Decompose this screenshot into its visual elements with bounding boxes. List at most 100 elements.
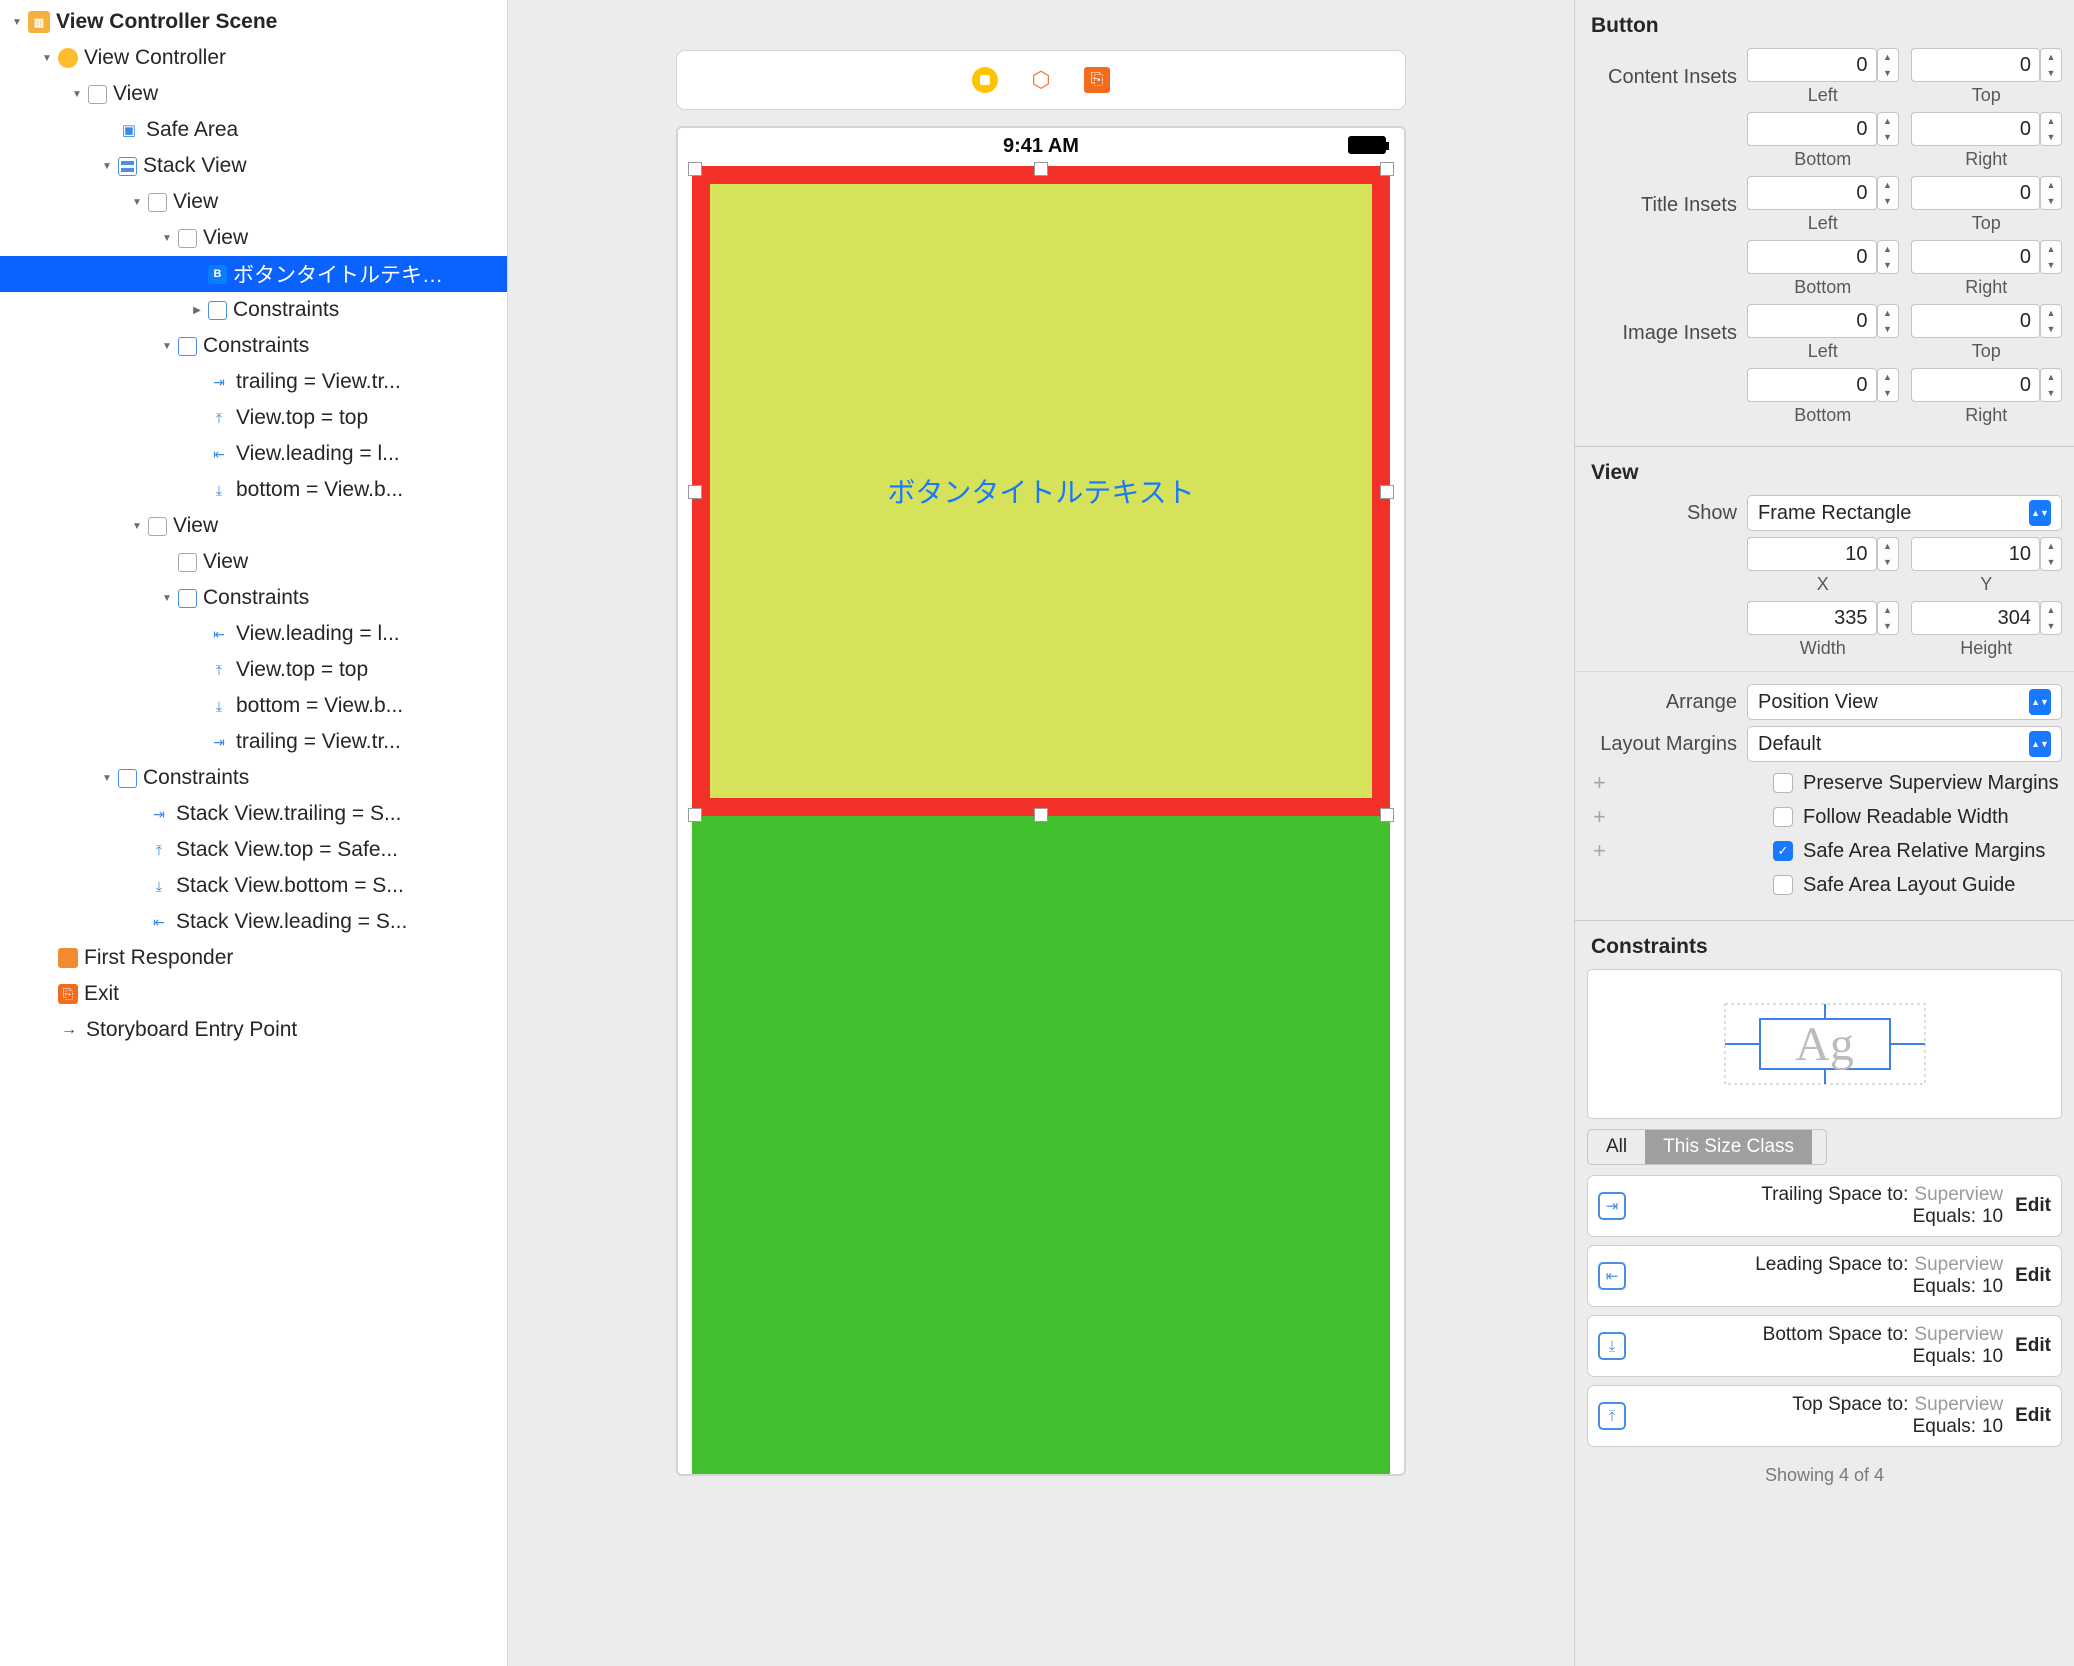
seg-this-size-class[interactable]: This Size Class	[1645, 1130, 1812, 1164]
root-view-row[interactable]: View	[0, 76, 507, 112]
title-insets-top-input[interactable]: 0	[1911, 176, 2041, 210]
layout-margins-dropdown[interactable]: Default▲▼	[1747, 726, 2062, 762]
constraint-bottom[interactable]: ⤓bottom = View.b...	[0, 472, 507, 508]
view2a-row[interactable]: View	[0, 544, 507, 580]
y-input[interactable]: 10	[1911, 537, 2041, 571]
constraints-row[interactable]: Constraints	[0, 328, 507, 364]
stepper[interactable]: ▲▼	[2040, 112, 2062, 146]
safe-area-guide-checkbox[interactable]	[1773, 875, 1793, 895]
exit-icon[interactable]: ⎘	[1084, 67, 1110, 93]
follow-readable-checkbox[interactable]	[1773, 807, 1793, 827]
selection-handle[interactable]	[1380, 808, 1394, 822]
selection-handle[interactable]	[1034, 808, 1048, 822]
safe-area-relative-checkbox[interactable]: ✓	[1773, 841, 1793, 861]
sv-constraints-row[interactable]: Constraints	[0, 760, 507, 796]
selection-handle[interactable]	[1380, 162, 1394, 176]
device-preview[interactable]: 9:41 AM ボタンタイトルテキスト	[676, 126, 1406, 1476]
stepper[interactable]: ▲▼	[2040, 240, 2062, 274]
stepper[interactable]: ▲▼	[2040, 601, 2062, 635]
constraint-trailing[interactable]: ⇥trailing = View.tr...	[0, 364, 507, 400]
stepper[interactable]: ▲▼	[1877, 537, 1899, 571]
constraint-bottom-item[interactable]: ⤓ Bottom Space to: Superview Equals: 10 …	[1587, 1315, 2062, 1377]
size-inspector[interactable]: Button Content Insets 0▲▼Left 0▲▼Top 0▲▼…	[1574, 0, 2074, 1666]
edit-button[interactable]: Edit	[2015, 1405, 2051, 1427]
constraint-top-item[interactable]: ⤒ Top Space to: Superview Equals: 10 Edi…	[1587, 1385, 2062, 1447]
width-input[interactable]: 335	[1747, 601, 1877, 635]
selection-handle[interactable]	[688, 162, 702, 176]
content-insets-bottom-input[interactable]: 0	[1747, 112, 1877, 146]
stepper[interactable]: ▲▼	[1877, 48, 1899, 82]
entry-point-row[interactable]: → Storyboard Entry Point	[0, 1012, 507, 1048]
sv-constraint-top[interactable]: ⤒Stack View.top = Safe...	[0, 832, 507, 868]
stepper[interactable]: ▲▼	[1877, 601, 1899, 635]
scene-dock[interactable]: ⬡ ⎘	[676, 50, 1406, 110]
first-responder-row[interactable]: First Responder	[0, 940, 507, 976]
content-insets-left-input[interactable]: 0	[1747, 48, 1877, 82]
image-insets-left-input[interactable]: 0	[1747, 304, 1877, 338]
constraint-leading[interactable]: ⇤View.leading = l...	[0, 436, 507, 472]
height-input[interactable]: 304	[1911, 601, 2041, 635]
constraint-top[interactable]: ⤒View.top = top	[0, 400, 507, 436]
exit-row[interactable]: ⎘ Exit	[0, 976, 507, 1012]
selection-handle[interactable]	[1034, 162, 1048, 176]
button-row-selected[interactable]: B ボタンタイトルテキ…	[0, 256, 507, 292]
plus-icon[interactable]: +	[1593, 804, 1613, 830]
sv-constraint-trailing[interactable]: ⇥Stack View.trailing = S...	[0, 796, 507, 832]
constraints-row[interactable]: Constraints	[0, 292, 507, 328]
red-container-view[interactable]: ボタンタイトルテキスト	[692, 166, 1390, 816]
image-insets-top-input[interactable]: 0	[1911, 304, 2041, 338]
image-insets-bottom-input[interactable]: 0	[1747, 368, 1877, 402]
stepper[interactable]: ▲▼	[2040, 537, 2062, 571]
stepper[interactable]: ▲▼	[2040, 368, 2062, 402]
selection-handle[interactable]	[688, 808, 702, 822]
constraints-row[interactable]: Constraints	[0, 580, 507, 616]
image-insets-right-input[interactable]: 0	[1911, 368, 2041, 402]
edit-button[interactable]: Edit	[2015, 1335, 2051, 1357]
title-insets-left-input[interactable]: 0	[1747, 176, 1877, 210]
sv-constraint-leading[interactable]: ⇤Stack View.leading = S...	[0, 904, 507, 940]
x-input[interactable]: 10	[1747, 537, 1877, 571]
stack-view-row[interactable]: Stack View	[0, 148, 507, 184]
view1-row[interactable]: View	[0, 184, 507, 220]
constraint-leading-item[interactable]: ⇤ Leading Space to: Superview Equals: 10…	[1587, 1245, 2062, 1307]
stepper[interactable]: ▲▼	[1877, 112, 1899, 146]
stepper[interactable]: ▲▼	[2040, 48, 2062, 82]
plus-icon[interactable]: +	[1593, 838, 1613, 864]
stepper[interactable]: ▲▼	[1877, 176, 1899, 210]
stepper[interactable]: ▲▼	[2040, 176, 2062, 210]
constraint-trailing[interactable]: ⇥trailing = View.tr...	[0, 724, 507, 760]
stepper[interactable]: ▲▼	[2040, 304, 2062, 338]
show-dropdown[interactable]: Frame Rectangle▲▼	[1747, 495, 2062, 531]
plus-icon[interactable]: +	[1593, 770, 1613, 796]
sv-constraint-bottom[interactable]: ⤓Stack View.bottom = S...	[0, 868, 507, 904]
constraint-leading[interactable]: ⇤View.leading = l...	[0, 616, 507, 652]
selection-handle[interactable]	[1380, 485, 1394, 499]
size-class-segmented[interactable]: All This Size Class	[1587, 1129, 1827, 1165]
title-insets-bottom-input[interactable]: 0	[1747, 240, 1877, 274]
vc-row[interactable]: View Controller	[0, 40, 507, 76]
stepper[interactable]: ▲▼	[1877, 368, 1899, 402]
view1a-row[interactable]: View	[0, 220, 507, 256]
scene-row[interactable]: ▥ View Controller Scene	[0, 4, 507, 40]
content-insets-top-input[interactable]: 0	[1911, 48, 2041, 82]
ib-canvas[interactable]: → ⬡ ⎘ 9:41 AM ボタンタイトルテキスト	[508, 0, 1574, 1666]
constraints-diagram[interactable]: Ag	[1587, 969, 2062, 1119]
document-outline[interactable]: ▥ View Controller Scene View Controller …	[0, 0, 508, 1666]
stepper[interactable]: ▲▼	[1877, 304, 1899, 338]
edit-button[interactable]: Edit	[2015, 1265, 2051, 1287]
green-view[interactable]	[692, 816, 1390, 1474]
constraint-bottom[interactable]: ⤓bottom = View.b...	[0, 688, 507, 724]
button-preview[interactable]: ボタンタイトルテキスト	[710, 184, 1372, 798]
constraint-top[interactable]: ⤒View.top = top	[0, 652, 507, 688]
viewcontroller-icon[interactable]	[972, 67, 998, 93]
title-insets-right-input[interactable]: 0	[1911, 240, 2041, 274]
safe-area-row[interactable]: ▣ Safe Area	[0, 112, 507, 148]
edit-button[interactable]: Edit	[2015, 1195, 2051, 1217]
preserve-margins-checkbox[interactable]	[1773, 773, 1793, 793]
seg-all[interactable]: All	[1588, 1130, 1645, 1164]
stepper[interactable]: ▲▼	[1877, 240, 1899, 274]
content-insets-right-input[interactable]: 0	[1911, 112, 2041, 146]
constraint-trailing-item[interactable]: ⇥ Trailing Space to: Superview Equals: 1…	[1587, 1175, 2062, 1237]
view2-row[interactable]: View	[0, 508, 507, 544]
selection-handle[interactable]	[688, 485, 702, 499]
